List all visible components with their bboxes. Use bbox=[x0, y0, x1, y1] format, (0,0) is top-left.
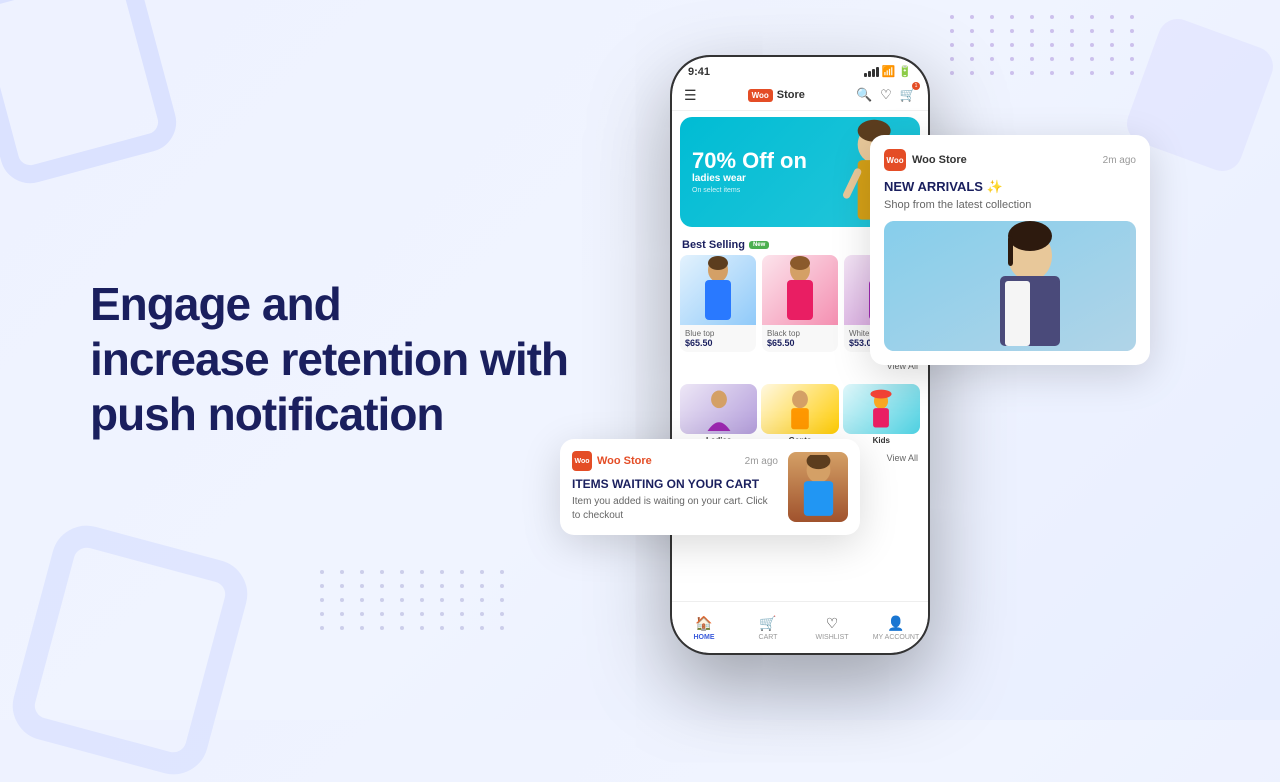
new-badge: New bbox=[749, 241, 769, 249]
category-kids-image bbox=[843, 384, 920, 434]
dot-grid-bottomleft bbox=[320, 570, 510, 630]
best-selling-title: Best Selling bbox=[682, 239, 745, 251]
notif-sender: Woo Woo Store bbox=[884, 149, 967, 171]
cart-label: CART bbox=[759, 634, 778, 641]
signal-bars bbox=[864, 67, 879, 77]
cart-notif-content: Woo Woo Store 2m ago ITEMS WAITING ON YO… bbox=[572, 451, 778, 523]
search-icon[interactable]: 🔍 bbox=[856, 87, 872, 103]
product-image-1 bbox=[680, 255, 756, 325]
cart-notif-desc: Item you added is waiting on your cart. … bbox=[572, 495, 778, 523]
notification-cart[interactable]: Woo Woo Store 2m ago ITEMS WAITING ON YO… bbox=[560, 439, 860, 535]
phone-navbar: ☰ Woo Store 🔍 ♡ 🛒 1 bbox=[672, 82, 928, 111]
status-bar: 9:41 📶 🔋 bbox=[672, 57, 928, 82]
notification-new-arrivals[interactable]: Woo Woo Store 2m ago NEW ARRIVALS ✨ Shop… bbox=[870, 135, 1150, 365]
nav-icons: 🔍 ♡ 🛒 1 bbox=[856, 86, 916, 104]
cart-nav-icon: 🛒 bbox=[759, 615, 776, 632]
status-time: 9:41 bbox=[688, 66, 710, 78]
account-label: MY ACCOUNT bbox=[873, 634, 920, 641]
category-kids[interactable]: Kids bbox=[843, 384, 920, 445]
notif-store-name: Woo Store bbox=[912, 154, 967, 166]
cart-notif-time: 2m ago bbox=[745, 456, 778, 467]
cart-notif-title: ITEMS WAITING ON YOUR CART bbox=[572, 477, 778, 491]
category-ladies-image bbox=[680, 384, 757, 434]
trending-view-all[interactable]: View All bbox=[887, 453, 918, 465]
banner-text-area: 70% Off on ladies wear On select items bbox=[692, 150, 807, 194]
notif-time: 2m ago bbox=[1103, 155, 1136, 166]
wishlist-nav-icon: ♡ bbox=[826, 615, 839, 632]
cart-badge: 1 bbox=[912, 82, 920, 90]
product-info-1: Blue top $65.50 bbox=[680, 325, 756, 352]
home-icon: 🏠 bbox=[695, 615, 712, 632]
cart-notif-store-name: Woo Store bbox=[597, 455, 652, 467]
product-card-1[interactable]: Blue top $65.50 bbox=[680, 255, 756, 352]
category-ladies[interactable]: Ladies bbox=[680, 384, 757, 445]
hamburger-icon[interactable]: ☰ bbox=[684, 87, 697, 104]
main-heading: Engage and increase retention with push … bbox=[90, 277, 568, 443]
nav-item-home[interactable]: 🏠 HOME bbox=[672, 615, 736, 641]
product-name-1: Blue top bbox=[685, 329, 751, 338]
status-icons: 📶 🔋 bbox=[864, 65, 912, 78]
product-price-2: $65.50 bbox=[767, 338, 833, 348]
nav-item-account[interactable]: 👤 MY ACCOUNT bbox=[864, 615, 928, 641]
product-price-1: $65.50 bbox=[685, 338, 751, 348]
notif-product-image bbox=[884, 221, 1136, 351]
notif-store-icon: Woo bbox=[884, 149, 906, 171]
bg-shape-bottomleft bbox=[5, 518, 255, 782]
category-gents[interactable]: Gents bbox=[761, 384, 838, 445]
cart-notif-image bbox=[788, 452, 848, 522]
bg-shape-topleft bbox=[0, 0, 183, 190]
nav-item-wishlist[interactable]: ♡ WISHLIST bbox=[800, 615, 864, 641]
cart-notif-sender: Woo Woo Store bbox=[572, 451, 652, 471]
wishlist-icon[interactable]: ♡ bbox=[880, 87, 892, 103]
cart-notif-store-icon: Woo bbox=[572, 451, 592, 471]
left-content: Engage and increase retention with push … bbox=[90, 277, 568, 443]
account-icon: 👤 bbox=[887, 615, 904, 632]
banner-percent: 70% Off on bbox=[692, 150, 807, 172]
notif-title: NEW ARRIVALS ✨ bbox=[884, 179, 1136, 195]
wishlist-label: WISHLIST bbox=[815, 634, 848, 641]
notif-desc: Shop from the latest collection bbox=[884, 199, 1136, 211]
bottom-nav: 🏠 HOME 🛒 CART ♡ WISHLIST 👤 MY ACCOUNT bbox=[672, 601, 928, 653]
home-label: HOME bbox=[694, 634, 715, 641]
woo-logo-badge: Woo bbox=[748, 89, 773, 102]
product-name-2: Black top bbox=[767, 329, 833, 338]
banner-small-text: On select items bbox=[692, 187, 807, 194]
phone-wrapper: Woo Woo Store 2m ago NEW ARRIVALS ✨ Shop… bbox=[800, 55, 1120, 695]
store-text: Store bbox=[777, 89, 805, 101]
product-info-2: Black top $65.50 bbox=[762, 325, 838, 352]
nav-item-cart[interactable]: 🛒 CART bbox=[736, 615, 800, 641]
banner-sub: ladies wear bbox=[692, 172, 807, 185]
best-selling-title-row: Best Selling New bbox=[682, 239, 769, 251]
cart-notif-header: Woo Woo Store 2m ago bbox=[572, 451, 778, 471]
product-card-2[interactable]: Black top $65.50 bbox=[762, 255, 838, 352]
nav-logo: Woo Store bbox=[748, 89, 805, 102]
category-gents-image bbox=[761, 384, 838, 434]
product-image-2 bbox=[762, 255, 838, 325]
notif-header: Woo Woo Store 2m ago bbox=[884, 149, 1136, 171]
cart-icon-wrapper[interactable]: 🛒 1 bbox=[900, 86, 916, 104]
